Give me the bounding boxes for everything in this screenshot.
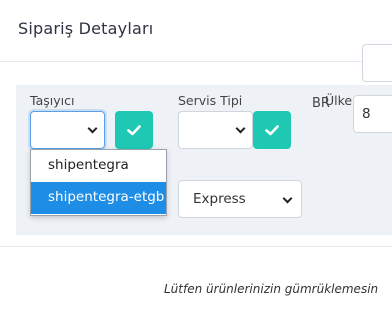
chevron-down-icon	[235, 123, 246, 134]
carrier-label: Taşıyıcı	[30, 93, 75, 108]
carrier-select[interactable]	[30, 111, 105, 149]
chevron-down-icon	[87, 123, 98, 134]
carrier-confirm-button[interactable]	[115, 111, 153, 149]
carrier-dropdown-list: shipentegra shipentegra-etgb	[30, 149, 167, 216]
customs-note: Lütfen ürünlerinizin gümrüklemesin	[164, 282, 379, 296]
row-service-select[interactable]: Express	[178, 180, 302, 218]
row-service-value: Express	[193, 191, 246, 207]
page-header: Sipariş Detayları	[0, 0, 392, 62]
check-icon	[127, 125, 141, 136]
carrier-option-shipentegra[interactable]: shipentegra	[31, 150, 166, 182]
country-value: BR	[312, 96, 330, 111]
service-type-confirm-button[interactable]	[253, 111, 291, 149]
check-icon	[265, 125, 279, 136]
service-type-select[interactable]	[178, 111, 253, 149]
truncated-input[interactable]	[362, 44, 392, 82]
page-title: Sipariş Detayları	[18, 19, 154, 38]
truncated-row-input[interactable]: 8	[353, 95, 392, 133]
service-type-label: Servis Tipi	[178, 93, 243, 108]
carrier-option-shipentegra-etgb[interactable]: shipentegra-etgb	[31, 182, 166, 214]
section-divider	[0, 246, 392, 247]
chevron-down-icon	[282, 193, 293, 204]
